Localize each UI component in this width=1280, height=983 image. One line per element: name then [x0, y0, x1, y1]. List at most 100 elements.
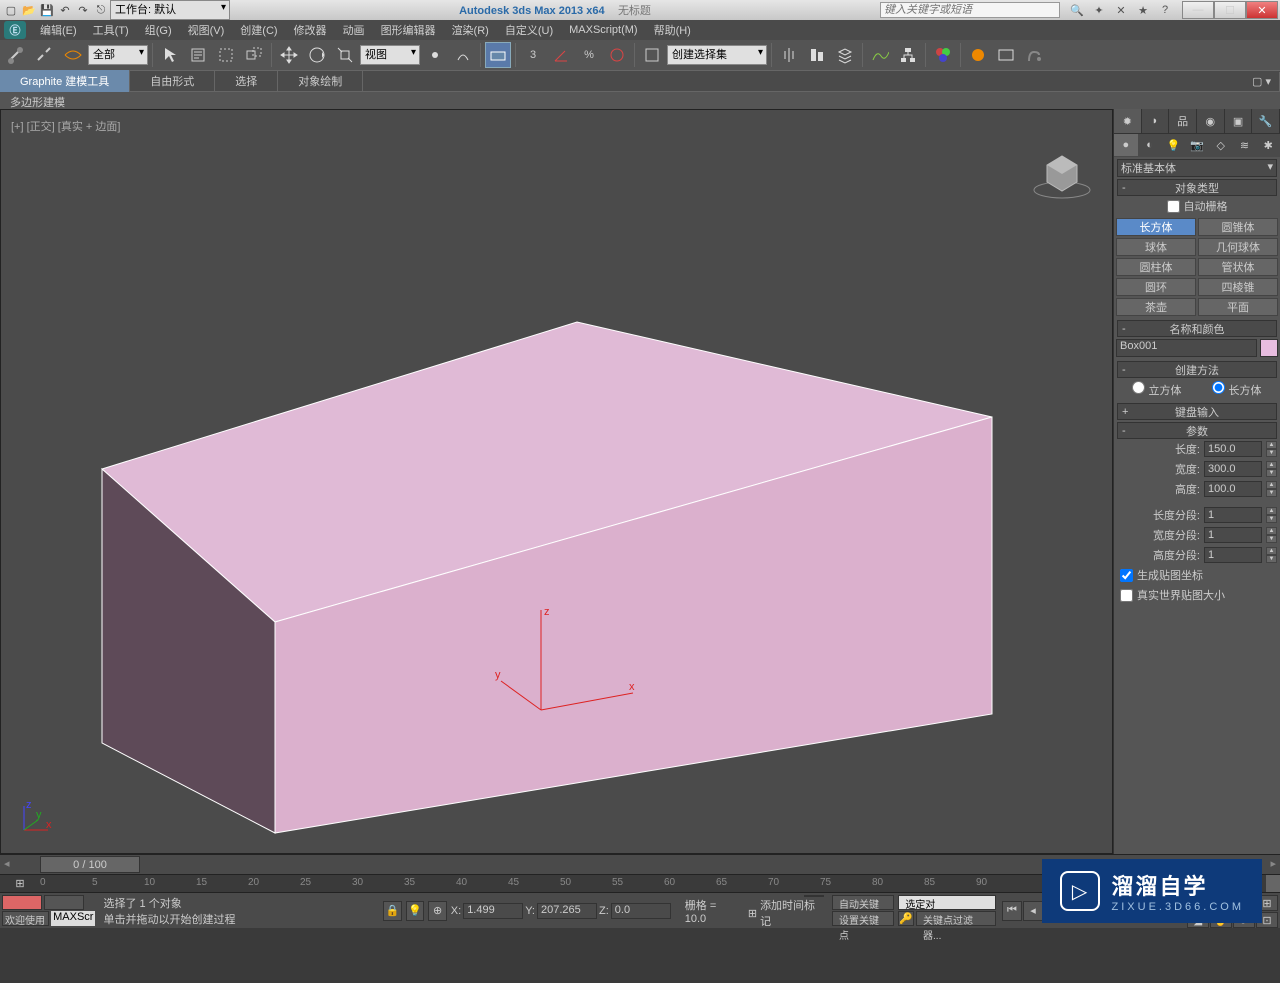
minimize-button[interactable]: — [1182, 1, 1214, 19]
wsegs-spinner-arrows[interactable]: ▲▼ [1266, 527, 1277, 543]
object-color-swatch[interactable] [1260, 339, 1278, 357]
autogrid-checkbox[interactable] [1167, 200, 1180, 213]
length-spinner-arrows[interactable]: ▲▼ [1266, 441, 1277, 457]
qat-save-icon[interactable]: 💾 [39, 2, 55, 18]
named-selection-dropdown[interactable]: 创建选择集 [667, 45, 767, 65]
select-link-icon[interactable] [4, 42, 30, 68]
set-key-icon[interactable]: 🔑 [898, 911, 914, 926]
set-key-button[interactable]: 设置关键点 [832, 911, 894, 926]
hsegs-spinner[interactable]: 1 [1204, 547, 1262, 563]
trackbar-menu-icon[interactable]: ⊞ [0, 875, 40, 892]
shapes-subtab-icon[interactable]: ◐ [1138, 134, 1162, 156]
primitive-geosphere-button[interactable]: 几何球体 [1198, 238, 1278, 256]
helpers-subtab-icon[interactable]: ◇ [1209, 134, 1233, 156]
menu-group[interactable]: 组(G) [137, 20, 180, 40]
ref-coord-dropdown[interactable]: 视图 [360, 45, 420, 65]
material-editor-icon[interactable] [930, 42, 956, 68]
subscription-icon[interactable]: ✦ [1090, 2, 1108, 18]
menu-customize[interactable]: 自定义(U) [497, 20, 561, 40]
menu-create[interactable]: 创建(C) [232, 20, 285, 40]
layers-icon[interactable] [832, 42, 858, 68]
time-slider[interactable]: 0 / 100 [40, 856, 140, 873]
create-tab-icon[interactable]: ✹ [1114, 109, 1142, 133]
ribbon-collapse-icon[interactable]: ▢ ▾ [1244, 72, 1280, 91]
menu-animation[interactable]: 动画 [335, 20, 373, 40]
name-color-rollout-header[interactable]: -名称和颜色 [1117, 320, 1277, 337]
keyboard-shortcut-toggle-icon[interactable] [485, 42, 511, 68]
y-coord-input[interactable]: 207.265 [537, 903, 597, 919]
primitive-sphere-button[interactable]: 球体 [1116, 238, 1196, 256]
creation-cube-radio[interactable]: 立方体 [1132, 381, 1181, 398]
time-tag-icon[interactable]: ⊞ [748, 907, 757, 920]
select-object-icon[interactable] [157, 42, 183, 68]
ribbon-tab-selection[interactable]: 选择 [215, 70, 278, 92]
menu-modifiers[interactable]: 修改器 [286, 20, 335, 40]
select-move-icon[interactable] [276, 42, 302, 68]
hierarchy-tab-icon[interactable]: 品 [1169, 109, 1197, 133]
primitive-box-button[interactable]: 长方体 [1116, 218, 1196, 236]
select-scale-icon[interactable] [332, 42, 358, 68]
infocenter-search-icon[interactable]: 🔍 [1068, 2, 1086, 18]
width-spinner-arrows[interactable]: ▲▼ [1266, 461, 1277, 477]
cameras-subtab-icon[interactable]: 📷 [1185, 134, 1209, 156]
selection-filter-dropdown[interactable]: 全部 [88, 45, 148, 65]
height-spinner[interactable]: 100.0 [1204, 481, 1262, 497]
lsegs-spinner[interactable]: 1 [1204, 507, 1262, 523]
pivot-center-icon[interactable] [422, 42, 448, 68]
key-filters-button[interactable]: 关键点过滤器... [916, 911, 996, 926]
keyboard-entry-rollout-header[interactable]: +键盘输入 [1117, 403, 1277, 420]
schematic-view-icon[interactable] [895, 42, 921, 68]
spinner-snap-icon[interactable] [604, 42, 630, 68]
select-by-name-icon[interactable] [185, 42, 211, 68]
primitive-plane-button[interactable]: 平面 [1198, 298, 1278, 316]
ribbon-tab-paint[interactable]: 对象绘制 [278, 70, 363, 92]
primitive-cylinder-button[interactable]: 圆柱体 [1116, 258, 1196, 276]
menu-help[interactable]: 帮助(H) [646, 20, 699, 40]
geometry-subtab-icon[interactable]: ● [1114, 134, 1138, 156]
z-coord-input[interactable]: 0.0 [611, 903, 671, 919]
unlink-icon[interactable] [32, 42, 58, 68]
ribbon-subpanel[interactable]: 多边形建模 [0, 91, 1280, 109]
spacewarps-subtab-icon[interactable]: ≋ [1233, 134, 1257, 156]
length-spinner[interactable]: 150.0 [1204, 441, 1262, 457]
primitive-cone-button[interactable]: 圆锥体 [1198, 218, 1278, 236]
maxscript-listener[interactable]: MAXScr [51, 911, 95, 926]
isolate-selection-icon[interactable]: 💡 [406, 901, 424, 921]
manipulate-icon[interactable] [450, 42, 476, 68]
systems-subtab-icon[interactable]: ✱ [1256, 134, 1280, 156]
add-time-tag[interactable]: 添加时间标记 [760, 897, 824, 929]
height-spinner-arrows[interactable]: ▲▼ [1266, 481, 1277, 497]
app-menu-icon[interactable]: Ⓔ [4, 21, 26, 39]
selection-lock-icon[interactable]: 🔒 [383, 901, 401, 921]
menu-views[interactable]: 视图(V) [180, 20, 233, 40]
menu-rendering[interactable]: 渲染(R) [444, 20, 497, 40]
menu-tools[interactable]: 工具(T) [85, 20, 137, 40]
ribbon-tab-graphite[interactable]: Graphite 建模工具 [0, 70, 130, 92]
trackbar-toggle-icon[interactable] [1266, 875, 1280, 892]
lsegs-spinner-arrows[interactable]: ▲▼ [1266, 507, 1277, 523]
primitive-teapot-button[interactable]: 茶壶 [1116, 298, 1196, 316]
qat-redo-icon[interactable]: ↷ [75, 2, 91, 18]
qat-open-icon[interactable]: 📂 [21, 2, 37, 18]
category-dropdown[interactable]: 标准基本体 [1117, 159, 1277, 177]
ribbon-tab-freeform[interactable]: 自由形式 [130, 70, 215, 92]
select-rotate-icon[interactable] [304, 42, 330, 68]
motion-tab-icon[interactable]: ◉ [1197, 109, 1225, 133]
object-type-rollout-header[interactable]: -对象类型 [1117, 179, 1277, 196]
viewport[interactable]: [+] [正交] [真实 + 边面] z x y z [0, 109, 1113, 854]
percent-snap-icon[interactable]: % [576, 42, 602, 68]
menu-edit[interactable]: 编辑(E) [32, 20, 85, 40]
viewcube[interactable] [1032, 140, 1092, 200]
rendered-frame-icon[interactable] [993, 42, 1019, 68]
maximize-button[interactable]: ☐ [1214, 1, 1246, 19]
real-world-checkbox[interactable] [1120, 589, 1133, 602]
menu-maxscript[interactable]: MAXScript(M) [561, 22, 645, 38]
primitive-tube-button[interactable]: 管状体 [1198, 258, 1278, 276]
auto-key-button[interactable]: 自动关键点 [832, 895, 894, 910]
qat-new-icon[interactable]: ▢ [3, 2, 19, 18]
curve-editor-icon[interactable] [867, 42, 893, 68]
primitive-torus-button[interactable]: 圆环 [1116, 278, 1196, 296]
hsegs-spinner-arrows[interactable]: ▲▼ [1266, 547, 1277, 563]
window-crossing-icon[interactable] [241, 42, 267, 68]
creation-box-radio[interactable]: 长方体 [1212, 381, 1261, 398]
